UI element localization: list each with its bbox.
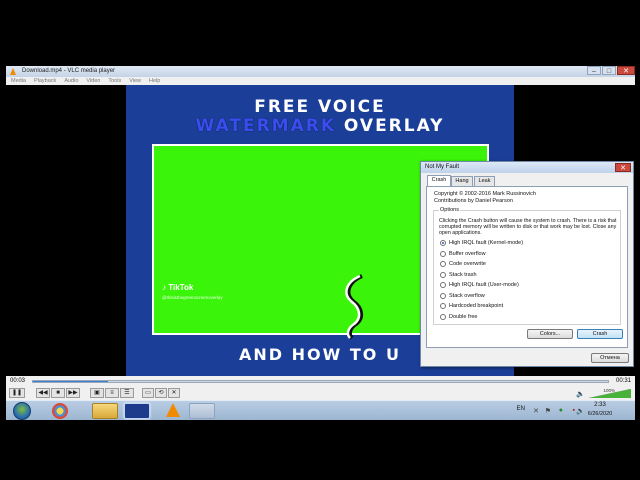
fullscreen-button[interactable]: ▣ bbox=[90, 388, 104, 398]
language-indicator[interactable]: EN bbox=[517, 406, 525, 412]
crash-button[interactable]: Crash bbox=[577, 329, 623, 339]
start-button[interactable] bbox=[13, 402, 31, 420]
desktop-screen: Download.mp4 - VLC media player – □ ✕ Me… bbox=[6, 66, 635, 420]
loop-button[interactable]: ⟲ bbox=[155, 388, 167, 398]
tab-leak[interactable]: Leak bbox=[474, 176, 495, 186]
copyright-text: Copyright © 2002-2016 Mark Russinovich bbox=[434, 191, 536, 197]
chrome-icon[interactable] bbox=[52, 403, 68, 419]
video-window-icon[interactable] bbox=[124, 403, 150, 419]
radio-icon[interactable] bbox=[440, 271, 446, 278]
option-label: High IRQL fault (Kernel-mode) bbox=[449, 240, 524, 246]
option-stack-trash[interactable]: Stack trash bbox=[440, 271, 477, 279]
radio-selected-icon[interactable] bbox=[440, 240, 446, 246]
menu-tools[interactable]: Tools bbox=[108, 77, 121, 85]
clock-date[interactable]: 6/26/2020 bbox=[585, 411, 615, 417]
clock-time[interactable]: 2:33 bbox=[585, 402, 615, 408]
option-buffer-overflow[interactable]: Buffer overflow bbox=[440, 250, 486, 258]
playlist-button[interactable]: ☰ bbox=[120, 388, 134, 398]
seek-bar[interactable] bbox=[32, 380, 609, 383]
previous-button[interactable]: ◀◀ bbox=[36, 388, 50, 398]
frame-button[interactable]: ▭ bbox=[142, 388, 154, 398]
extended-settings-button[interactable]: ≡ bbox=[105, 388, 119, 398]
option-stack-overflow[interactable]: Stack overflow bbox=[440, 292, 485, 300]
vlc-taskbar-icon[interactable] bbox=[166, 403, 180, 417]
crash-description: Clicking the Crash button will cause the… bbox=[439, 218, 617, 236]
not-my-fault-dialog: Not My Fault ✕ Crash Hang Leak Copyright… bbox=[420, 161, 634, 367]
radio-icon[interactable] bbox=[440, 313, 446, 320]
video-title-line1: FREE VOICE bbox=[254, 97, 386, 117]
option-label: Stack overflow bbox=[449, 292, 485, 299]
menu-view[interactable]: View bbox=[129, 77, 141, 85]
option-label: Hardcoded breakpoint bbox=[449, 303, 504, 309]
menu-video[interactable]: Video bbox=[86, 77, 100, 85]
seek-row: 00:03 00:31 bbox=[6, 376, 635, 387]
crash-tab-panel: Copyright © 2002-2016 Mark Russinovich C… bbox=[426, 186, 628, 348]
radio-icon[interactable] bbox=[440, 250, 446, 257]
tiktok-username: @thisisthegreenscreenoverlay bbox=[162, 295, 223, 300]
option-code-overwrite[interactable]: Code overwrite bbox=[440, 260, 486, 268]
shuffle-button[interactable]: ✕ bbox=[168, 388, 180, 398]
tab-hang[interactable]: Hang bbox=[451, 176, 473, 186]
menu-audio[interactable]: Audio bbox=[64, 77, 78, 85]
dialog-title-bar[interactable]: Not My Fault ✕ bbox=[421, 162, 633, 173]
option-high-irql-kernel[interactable]: High IRQL fault (Kernel-mode) bbox=[440, 239, 523, 247]
option-label: Buffer overflow bbox=[449, 250, 486, 257]
option-label: Code overwrite bbox=[449, 261, 486, 267]
option-label: Double free bbox=[449, 313, 478, 320]
option-label: High IRQL fault (User-mode) bbox=[449, 282, 519, 288]
menu-playback[interactable]: Playback bbox=[34, 77, 56, 85]
volume-slider[interactable] bbox=[589, 389, 631, 398]
tiktok-watermark: ♪ TikTok bbox=[162, 283, 194, 292]
time-elapsed: 00:03 bbox=[10, 378, 26, 384]
tiktok-logo-icon bbox=[345, 274, 363, 340]
menu-media[interactable]: Media bbox=[11, 77, 26, 85]
speaker-icon[interactable]: 🔈 bbox=[576, 390, 585, 398]
radio-icon[interactable] bbox=[440, 303, 446, 309]
radio-icon[interactable] bbox=[440, 261, 446, 267]
time-total: 00:31 bbox=[615, 378, 631, 384]
tray-flag-icon[interactable]: ⚑ bbox=[545, 407, 551, 415]
radio-icon[interactable] bbox=[440, 282, 446, 288]
tiktok-brand: TikTok bbox=[168, 283, 194, 292]
close-button[interactable]: ✕ bbox=[617, 66, 635, 75]
vlc-title-bar[interactable]: Download.mp4 - VLC media player – □ ✕ bbox=[6, 66, 635, 77]
option-hardcoded-breakpoint[interactable]: Hardcoded breakpoint bbox=[440, 302, 503, 310]
tab-crash[interactable]: Crash bbox=[427, 175, 451, 186]
seek-progress bbox=[33, 381, 108, 382]
window-title: Download.mp4 - VLC media player bbox=[22, 68, 116, 74]
video-title-line2: WATERMARK OVERLAY bbox=[126, 116, 514, 136]
minimize-button[interactable]: – bbox=[587, 66, 601, 75]
taskbar: EN ✕ ⚑ ● ▪ 🔈 2:33 6/26/2020 bbox=[6, 400, 635, 420]
next-button[interactable]: ▶▶ bbox=[66, 388, 80, 398]
tray-network-icon[interactable]: ▪ bbox=[573, 407, 575, 414]
option-label: Stack trash bbox=[449, 271, 477, 278]
vlc-cone-icon bbox=[10, 68, 16, 75]
explorer-icon[interactable] bbox=[92, 403, 118, 419]
taskbar-window-icon[interactable] bbox=[189, 403, 215, 419]
dialog-close-button[interactable]: ✕ bbox=[615, 163, 631, 172]
option-high-irql-user[interactable]: High IRQL fault (User-mode) bbox=[440, 281, 519, 289]
options-label: Options bbox=[439, 207, 460, 213]
maximize-button[interactable]: □ bbox=[602, 66, 616, 75]
tray-arrow-icon[interactable]: ✕ bbox=[533, 407, 539, 415]
video-title-watermark: WATERMARK bbox=[195, 116, 336, 136]
pause-button[interactable]: ❚❚ bbox=[9, 388, 25, 398]
tray-shield-icon[interactable]: ● bbox=[559, 407, 563, 414]
dialog-title: Not My Fault bbox=[425, 164, 460, 170]
option-double-free[interactable]: Double free bbox=[440, 313, 477, 321]
control-bar: ❚❚ ◀◀ ■ ▶▶ ▣ ≡ ☰ ▭ ⟲ ✕ 🔈 100% bbox=[6, 387, 635, 400]
colors-button[interactable]: Colors... bbox=[527, 329, 573, 339]
options-group: Options Clicking the Crash button will c… bbox=[433, 207, 621, 325]
window-controls: – □ ✕ bbox=[587, 66, 635, 76]
menu-help[interactable]: Help bbox=[149, 77, 160, 85]
stop-button[interactable]: ■ bbox=[51, 388, 65, 398]
video-title-overlay: OVERLAY bbox=[343, 116, 445, 136]
radio-icon[interactable] bbox=[440, 292, 446, 299]
tray-volume-icon[interactable]: 🔈 bbox=[576, 407, 585, 415]
cancel-button[interactable]: Отмена bbox=[591, 353, 629, 363]
menu-bar: Media Playback Audio Video Tools View He… bbox=[6, 77, 635, 85]
contributions-text: Contributions by Daniel Pearson bbox=[434, 198, 513, 204]
